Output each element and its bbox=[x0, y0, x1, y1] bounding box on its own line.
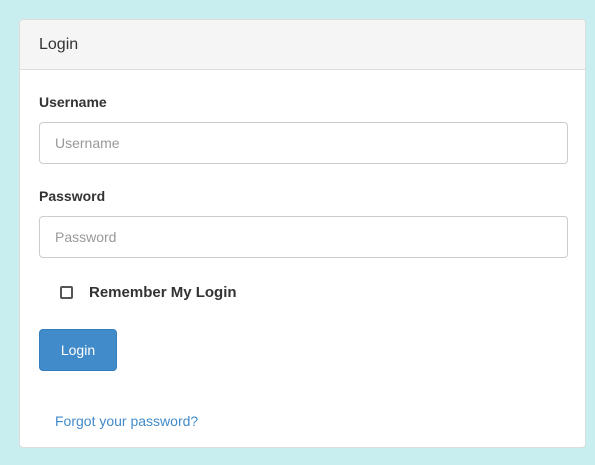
login-panel: Login Username Password Remember My Logi… bbox=[19, 19, 586, 448]
panel-title: Login bbox=[39, 35, 79, 53]
remember-login-checkbox[interactable] bbox=[60, 285, 73, 299]
username-input[interactable] bbox=[39, 122, 568, 164]
remember-login-label[interactable]: Remember My Login bbox=[89, 284, 237, 301]
password-input[interactable] bbox=[39, 216, 568, 258]
panel-heading: Login bbox=[20, 20, 585, 70]
username-label: Username bbox=[39, 94, 107, 110]
remember-login-row[interactable]: Remember My Login bbox=[60, 282, 237, 302]
forgot-password-link[interactable]: Forgot your password? bbox=[55, 413, 198, 429]
password-label: Password bbox=[39, 188, 106, 204]
login-button[interactable]: Login bbox=[39, 329, 117, 371]
